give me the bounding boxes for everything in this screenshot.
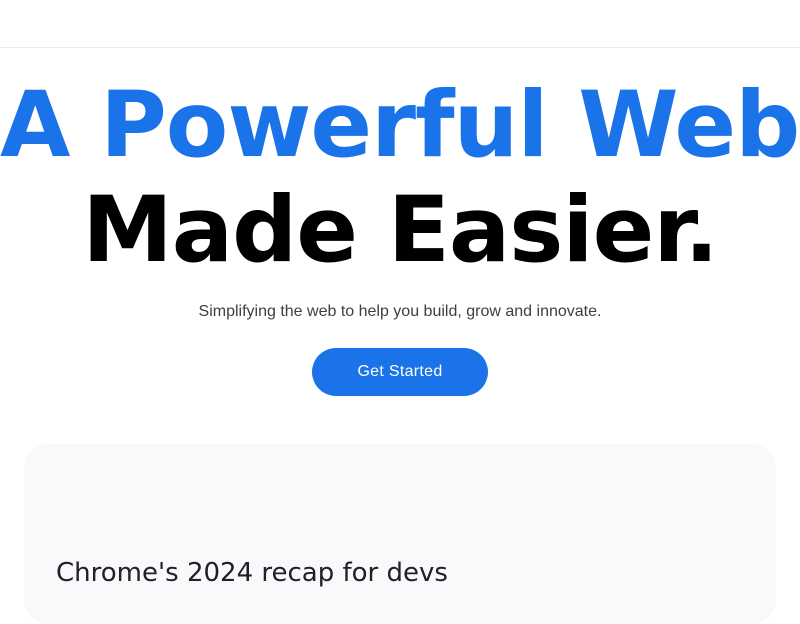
hero-headline-line-1: A Powerful Web. (0, 73, 800, 178)
hero-headline-line-2: Made Easier. (82, 178, 719, 283)
top-navigation-bar (0, 0, 800, 48)
featured-article-card[interactable]: Chrome's 2024 recap for devs (24, 444, 776, 624)
card-title[interactable]: Chrome's 2024 recap for devs (56, 556, 448, 590)
get-started-button[interactable]: Get Started (312, 348, 488, 396)
hero-subtitle: Simplifying the web to help you build, g… (198, 303, 602, 320)
